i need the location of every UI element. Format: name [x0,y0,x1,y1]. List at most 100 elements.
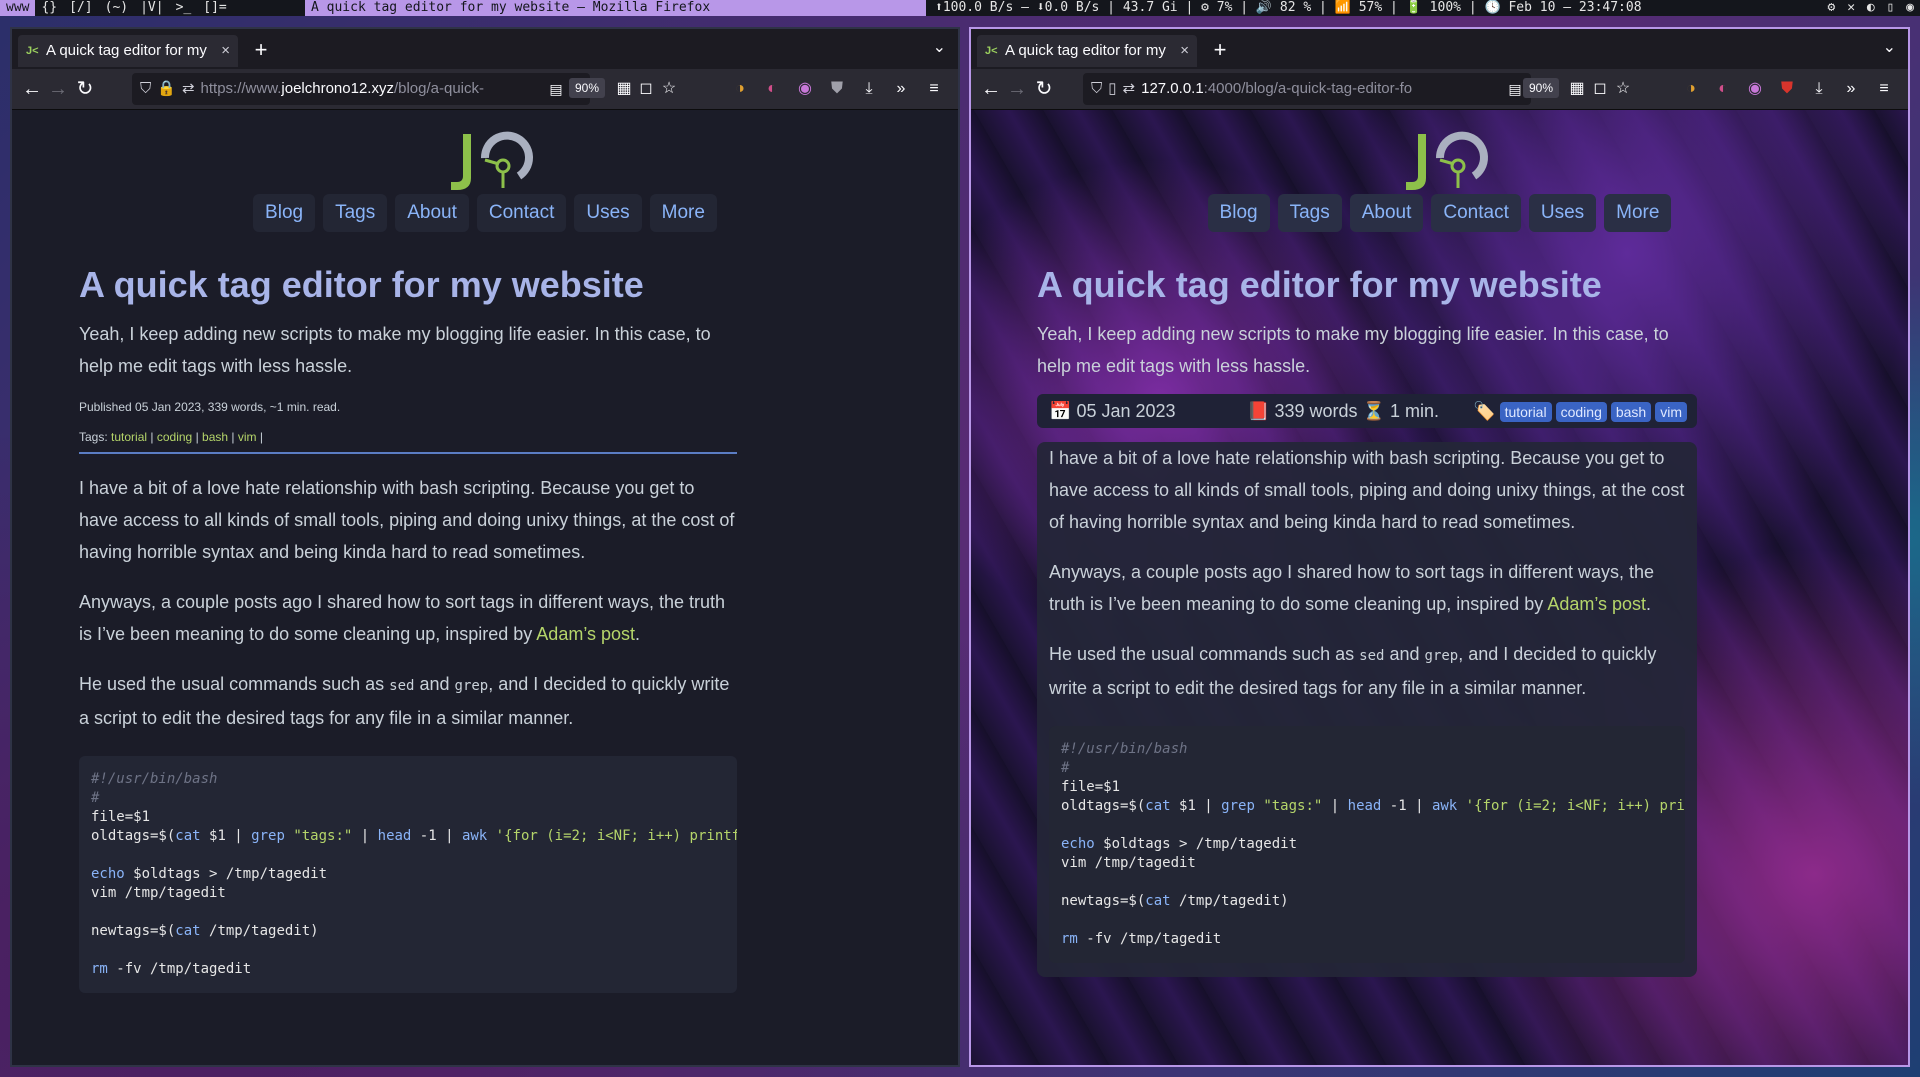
tracking-shield-icon[interactable]: ⛉ [1091,80,1102,97]
site-logo[interactable] [1390,128,1490,194]
back-icon[interactable]: ← [977,75,1005,103]
workspace-3[interactable]: [/] [63,0,98,16]
zoom-indicator[interactable]: 90% [1523,78,1560,98]
word-count: 339 words [1274,401,1358,421]
bookmark-star-icon[interactable]: ☆ [1611,77,1635,101]
tab-active[interactable]: J< A quick tag editor for my × [977,35,1197,67]
system-tray[interactable]: ⚙ ✕ ◐ ▯ ◉ [1828,0,1916,16]
nav-uses[interactable]: Uses [574,194,642,232]
tracking-shield-icon[interactable]: ⛉ [140,80,151,97]
downloads-icon[interactable]: ⤓ [857,77,881,101]
tab-close-icon[interactable]: × [221,35,230,67]
tab-title: A quick tag editor for my [46,42,207,59]
workspace-2[interactable]: {} [35,0,63,16]
layout-indicator[interactable]: []= [197,0,232,16]
workspace-5[interactable]: |V| [134,0,169,16]
code-token: echo [1061,836,1095,852]
code-token: -fv /tmp/tagedit [1077,931,1222,947]
code-block[interactable]: #!/usr/bin/bash # file=$1 oldtags=$(cat … [79,756,737,993]
permissions-icon[interactable]: ⇄ [182,80,195,97]
site-logo[interactable] [435,128,535,194]
page-info-icon[interactable]: ▯ [1108,80,1116,97]
url-bar[interactable]: ⛉ 🔒 ⇄ https://www.joelchrono12.xyz/blog/a-q… [132,73,590,105]
tag-link-coding[interactable]: coding [157,430,192,444]
paragraph-text: and [414,674,455,694]
new-tab-button[interactable]: + [1205,35,1235,67]
list-all-tabs-icon[interactable]: ⌄ [933,37,946,57]
extension-2-icon[interactable]: ◐ [760,77,784,101]
nav-more[interactable]: More [1604,194,1672,232]
code-token: awk [461,828,488,844]
reader-view-icon[interactable]: ▤ [544,77,568,101]
downloads-icon[interactable]: ⤓ [1807,77,1831,101]
post-date: 📅 05 Jan 2023 [1049,394,1176,428]
reload-icon[interactable]: ↻ [71,75,99,103]
lock-icon[interactable]: 🔒 [157,80,176,97]
nav-uses[interactable]: Uses [1528,194,1597,232]
code-token: head [1347,798,1382,814]
extension-icon[interactable]: ◻ [634,77,658,101]
tag-pill-tutorial[interactable]: tutorial [1499,402,1552,422]
code-token: $oldtags > /tmp/tagedit [124,866,328,882]
code-token: '{for (i=2; i<NF; i++) printf $i " "; pr… [495,828,737,844]
post-meta: Published 05 Jan 2023, 339 words, ~1 min… [79,400,341,414]
tag-link-tutorial[interactable]: tutorial [111,430,147,444]
paragraph-text: and [1384,644,1425,664]
forward-icon[interactable]: → [1003,75,1031,103]
menu-icon[interactable]: ≡ [1872,77,1896,101]
bookmark-star-icon[interactable]: ☆ [657,77,681,101]
tag-pill-vim[interactable]: vim [1655,402,1687,422]
new-tab-button[interactable]: + [246,35,276,67]
extension-2-icon[interactable]: ◐ [1711,77,1735,101]
inline-code-grep: grep [454,678,489,694]
reload-icon[interactable]: ↻ [1030,75,1058,103]
more-tools-icon[interactable]: » [1839,77,1863,101]
nav-blog[interactable]: Blog [253,194,316,232]
workspace-6[interactable]: >_ [170,0,198,16]
calendar-icon: 📅 [1049,401,1072,421]
forward-icon[interactable]: → [44,75,72,103]
qr-code-icon[interactable]: ▦ [1565,77,1589,101]
nav-tags[interactable]: Tags [323,194,388,232]
adams-post-link[interactable]: Adam’s post [536,624,635,644]
ublock-icon[interactable]: ⛊ [1775,77,1799,101]
tab-active[interactable]: J< A quick tag editor for my × [18,35,238,67]
code-token: "tags:" [293,828,353,844]
zoom-indicator[interactable]: 90% [569,78,606,98]
tag-link-vim[interactable]: vim [238,430,257,444]
nav-more[interactable]: More [649,194,717,232]
nav-contact[interactable]: Contact [476,194,567,232]
nav-tags[interactable]: Tags [1277,194,1342,232]
more-tools-icon[interactable]: » [889,77,913,101]
nav-blog[interactable]: Blog [1207,194,1270,232]
menu-icon[interactable]: ≡ [922,77,946,101]
code-token: /tmp/tagedit) [1170,893,1289,909]
tab-close-icon[interactable]: × [1180,35,1189,67]
extension-icon[interactable]: ◻ [1588,77,1612,101]
code-block[interactable]: #!/usr/bin/bash # file=$1 oldtags=$(cat … [1049,726,1685,963]
tag-link-bash[interactable]: bash [202,430,228,444]
url-bar[interactable]: ⛉ ▯ ⇄ 127.0.0.1:4000/blog/a-quick-tag-edito… [1083,73,1531,105]
nav-about[interactable]: About [395,194,469,232]
tag-pill-coding[interactable]: coding [1555,402,1607,422]
code-token: $oldtags > /tmp/tagedit [1094,836,1298,852]
workspace-4[interactable]: (~) [99,0,134,16]
nav-contact[interactable]: Contact [1431,194,1521,232]
list-all-tabs-icon[interactable]: ⌄ [1883,37,1896,57]
extension-3-icon[interactable]: ◉ [1743,77,1767,101]
nav-about[interactable]: About [1349,194,1424,232]
permissions-icon[interactable]: ⇄ [1123,80,1136,97]
extension-4-icon[interactable]: ⛊ [825,77,849,101]
extension-1-icon[interactable]: ◑ [1679,77,1703,101]
code-token: '{for (i=2; i<NF; i++) printf $i " "; pr… [1465,798,1685,814]
adams-post-link[interactable]: Adam’s post [1547,594,1646,614]
tag-pill-bash[interactable]: bash [1610,402,1652,422]
code-token: -1 | [411,828,462,844]
extension-1-icon[interactable]: ◑ [728,77,752,101]
code-token: cat [1145,798,1171,814]
extension-3-icon[interactable]: ◉ [793,77,817,101]
code-line: # [91,790,100,806]
qr-code-icon[interactable]: ▦ [612,77,636,101]
workspace-1[interactable]: www [0,0,36,16]
back-icon[interactable]: ← [18,75,46,103]
